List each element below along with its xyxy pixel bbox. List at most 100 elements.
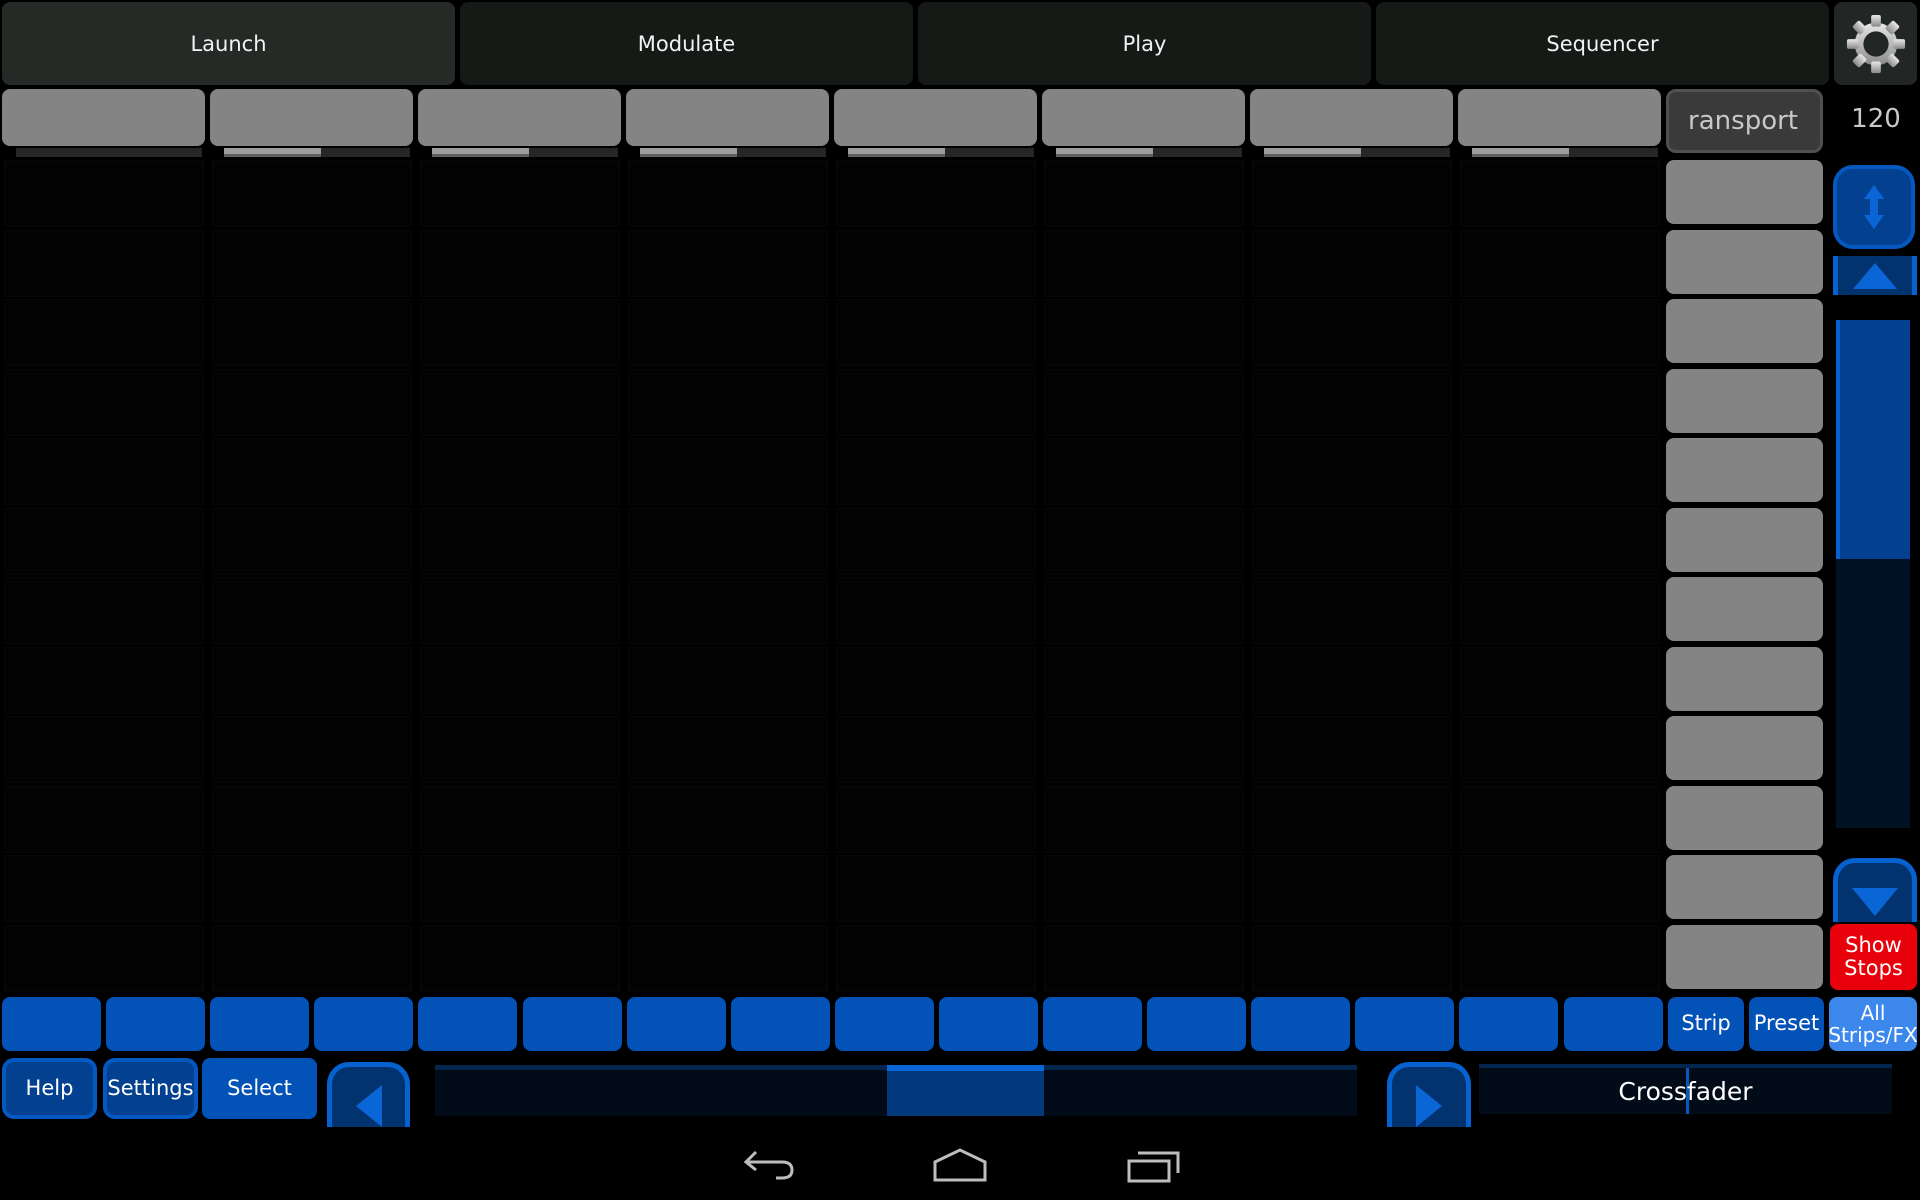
scene-launch-button[interactable] <box>1666 368 1823 433</box>
clip-slot[interactable] <box>1252 507 1452 575</box>
clip-slot[interactable] <box>1252 785 1452 853</box>
clip-slot[interactable] <box>212 577 412 644</box>
clip-slot[interactable] <box>1460 299 1660 366</box>
clip-slot[interactable] <box>1044 299 1244 366</box>
pad-button[interactable] <box>1147 997 1247 1051</box>
recents-icon[interactable] <box>1126 1148 1182 1184</box>
pad-button[interactable] <box>626 997 726 1051</box>
clip-slot[interactable] <box>212 160 412 227</box>
scrollbar-thumb[interactable] <box>1836 320 1910 559</box>
clip-slot[interactable] <box>1460 924 1660 992</box>
help-button[interactable]: Help <box>2 1058 97 1119</box>
strip-header-button[interactable] <box>626 89 829 146</box>
clip-slot[interactable] <box>1460 368 1660 436</box>
clip-slot[interactable] <box>1252 577 1452 644</box>
clip-slot[interactable] <box>420 438 620 505</box>
clip-slot[interactable] <box>628 507 828 575</box>
scene-launch-button[interactable] <box>1666 855 1823 919</box>
clip-slot[interactable] <box>4 229 204 297</box>
pad-button[interactable] <box>1563 997 1663 1051</box>
clip-slot[interactable] <box>628 160 828 227</box>
pad-button[interactable] <box>106 997 206 1051</box>
clip-slot[interactable] <box>836 785 1036 853</box>
scene-launch-button[interactable] <box>1666 438 1823 502</box>
clip-slot[interactable] <box>4 924 204 992</box>
clip-slot[interactable] <box>212 229 412 297</box>
clip-slot[interactable] <box>4 160 204 227</box>
clip-slot[interactable] <box>420 924 620 992</box>
clip-slot[interactable] <box>1460 438 1660 505</box>
clip-slot[interactable] <box>4 785 204 853</box>
pad-button[interactable] <box>938 997 1038 1051</box>
preset-mode-button[interactable]: Preset <box>1749 997 1824 1051</box>
tab-play[interactable]: Play <box>918 2 1371 85</box>
clip-slot[interactable] <box>212 299 412 366</box>
clip-slot[interactable] <box>4 368 204 436</box>
clip-slot[interactable] <box>420 160 620 227</box>
page-slider-thumb[interactable] <box>886 1065 1044 1116</box>
strip-header-button[interactable] <box>1458 89 1661 146</box>
strip-header-button[interactable] <box>1250 89 1453 146</box>
clip-slot[interactable] <box>836 924 1036 992</box>
clip-slot[interactable] <box>212 785 412 853</box>
clip-slot[interactable] <box>628 368 828 436</box>
tab-launch[interactable]: Launch <box>2 2 455 85</box>
scene-launch-button[interactable] <box>1666 507 1823 572</box>
clip-slot[interactable] <box>836 160 1036 227</box>
settings-gear-button[interactable] <box>1834 2 1917 85</box>
show-stops-button[interactable]: Show Stops <box>1830 924 1917 990</box>
clip-slot[interactable] <box>1252 855 1452 922</box>
clip-slot[interactable] <box>1252 716 1452 783</box>
clip-slot[interactable] <box>1044 507 1244 575</box>
pad-button[interactable] <box>1459 997 1559 1051</box>
clip-slot[interactable] <box>1044 785 1244 853</box>
strip-mode-button[interactable]: Strip <box>1668 997 1744 1051</box>
scroll-toggle-button[interactable] <box>1833 165 1915 249</box>
transport-button[interactable]: ransport <box>1666 89 1823 153</box>
clip-slot[interactable] <box>212 368 412 436</box>
clip-slot[interactable] <box>628 855 828 922</box>
clip-slot[interactable] <box>1044 855 1244 922</box>
clip-slot[interactable] <box>1460 507 1660 575</box>
scene-launch-button[interactable] <box>1666 229 1823 294</box>
strip-header-button[interactable] <box>2 89 205 146</box>
clip-slot[interactable] <box>836 507 1036 575</box>
clip-slot[interactable] <box>1252 646 1452 714</box>
clip-slot[interactable] <box>1044 368 1244 436</box>
tempo-display[interactable]: 120 <box>1840 104 1912 134</box>
clip-slot[interactable] <box>1252 368 1452 436</box>
clip-slot[interactable] <box>836 855 1036 922</box>
scene-launch-button[interactable] <box>1666 924 1823 989</box>
pad-button[interactable] <box>1251 997 1351 1051</box>
clip-slot[interactable] <box>836 368 1036 436</box>
clip-slot[interactable] <box>420 368 620 436</box>
scene-launch-button[interactable] <box>1666 299 1823 363</box>
clip-slot[interactable] <box>1044 577 1244 644</box>
pad-button[interactable] <box>834 997 934 1051</box>
clip-slot[interactable] <box>1044 924 1244 992</box>
clip-slot[interactable] <box>212 646 412 714</box>
scrollbar-track[interactable] <box>1836 320 1910 828</box>
clip-slot[interactable] <box>628 438 828 505</box>
clip-slot[interactable] <box>1252 924 1452 992</box>
clip-slot[interactable] <box>420 299 620 366</box>
pad-button[interactable] <box>314 997 414 1051</box>
clip-slot[interactable] <box>420 577 620 644</box>
page-left-button[interactable] <box>327 1062 410 1127</box>
clip-slot[interactable] <box>1460 785 1660 853</box>
clip-slot[interactable] <box>1460 160 1660 227</box>
clip-slot[interactable] <box>212 438 412 505</box>
settings-button[interactable]: Settings <box>103 1058 198 1119</box>
clip-slot[interactable] <box>212 507 412 575</box>
clip-slot[interactable] <box>1252 160 1452 227</box>
scene-launch-button[interactable] <box>1666 646 1823 711</box>
clip-slot[interactable] <box>836 438 1036 505</box>
clip-slot[interactable] <box>1044 160 1244 227</box>
pad-button[interactable] <box>2 997 101 1051</box>
scroll-down-button[interactable] <box>1833 858 1917 922</box>
tab-modulate[interactable]: Modulate <box>460 2 913 85</box>
clip-slot[interactable] <box>420 785 620 853</box>
pad-button[interactable] <box>730 997 830 1051</box>
clip-slot[interactable] <box>212 716 412 783</box>
pad-button[interactable] <box>418 997 518 1051</box>
